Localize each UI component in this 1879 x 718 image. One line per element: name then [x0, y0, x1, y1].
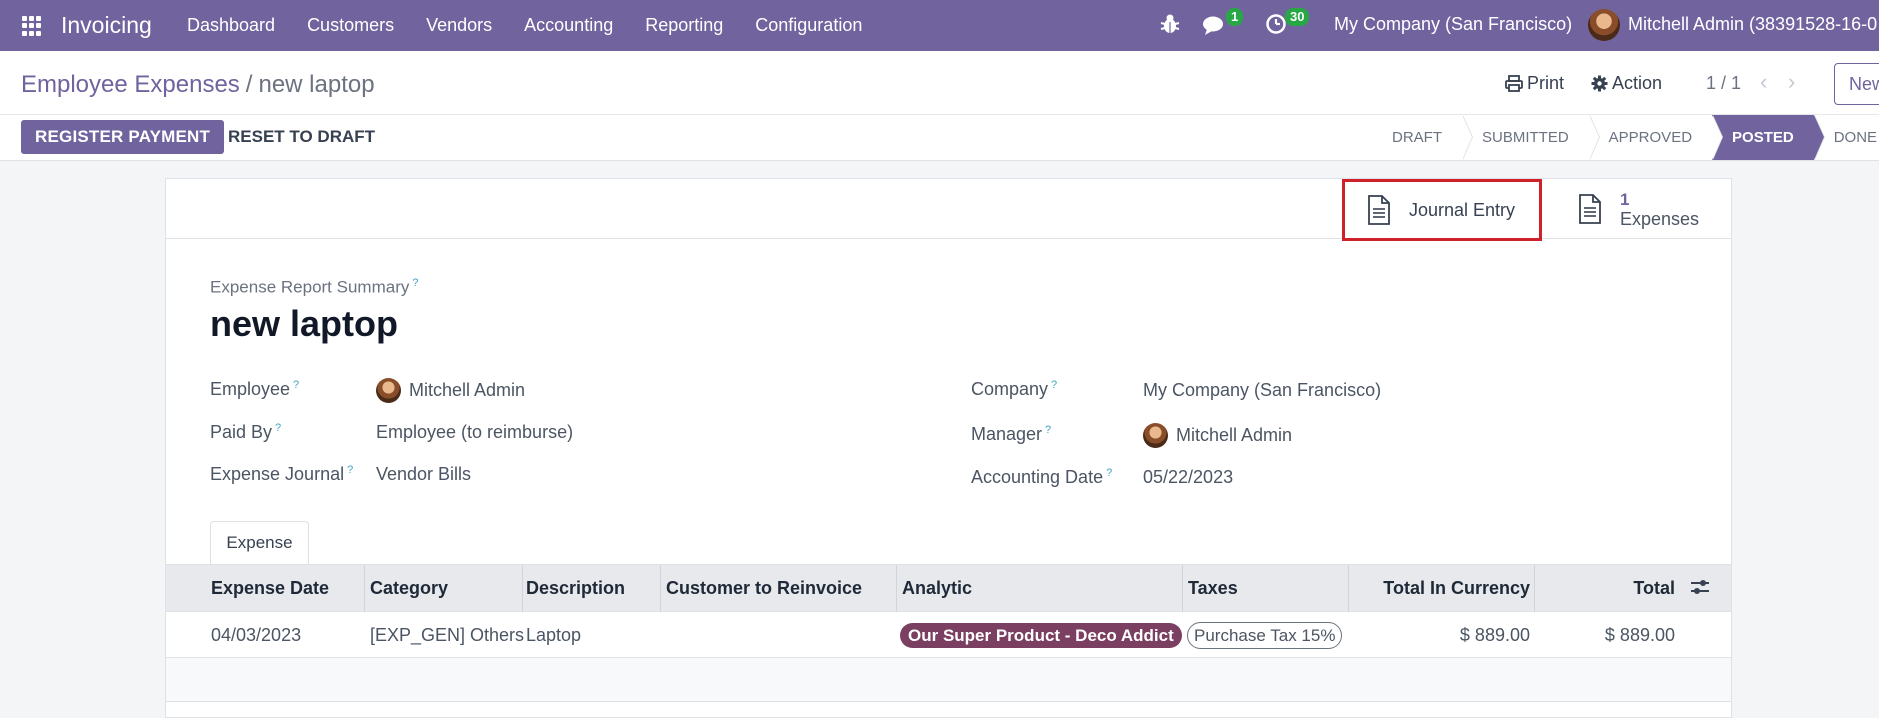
breadcrumb-current: new laptop	[258, 71, 375, 98]
chevron-left-icon[interactable]: ‹	[1760, 69, 1767, 95]
print-icon	[1505, 75, 1523, 92]
menu-dashboard[interactable]: Dashboard	[171, 0, 291, 51]
gear-icon	[1591, 75, 1608, 92]
reset-to-draft-button[interactable]: RESET TO DRAFT	[228, 120, 375, 154]
menu-reporting[interactable]: Reporting	[629, 0, 739, 51]
breadcrumb-parent-link[interactable]: Employee Expenses	[21, 71, 240, 98]
main-menu: Dashboard Customers Vendors Accounting R…	[171, 0, 878, 51]
report-title[interactable]: new laptop	[210, 303, 398, 345]
manager-field[interactable]: Mitchell Admin	[1143, 423, 1292, 448]
employee-field[interactable]: Mitchell Admin	[376, 378, 525, 403]
action-label: Action	[1612, 73, 1663, 93]
menu-accounting[interactable]: Accounting	[508, 0, 629, 51]
table-header: Expense Date Category Description Custom…	[166, 564, 1731, 612]
document-icon	[1368, 195, 1390, 225]
stage-approved[interactable]: APPROVED	[1589, 115, 1724, 160]
breadcrumb-separator: /	[245, 71, 253, 98]
col-category[interactable]: Category	[370, 565, 448, 612]
form-sheet: Journal Entry 1 Expenses Expense Report …	[165, 178, 1732, 718]
app-name[interactable]: Invoicing	[61, 12, 152, 39]
breadcrumb: Employee Expenses / new laptop	[21, 71, 375, 99]
print-button[interactable]: Print	[1505, 73, 1564, 94]
expense-journal-field[interactable]: Vendor Bills	[376, 464, 471, 485]
col-total-in-currency[interactable]: Total In Currency	[1383, 565, 1530, 612]
stage-submitted[interactable]: SUBMITTED	[1462, 115, 1600, 160]
help-tooltip-icon[interactable]: ?	[412, 277, 418, 289]
user-menu[interactable]: Mitchell Admin (38391528-16-0	[1628, 14, 1877, 35]
accounting-date-label: Accounting Date?	[971, 467, 1113, 487]
stage-posted[interactable]: POSTED	[1712, 115, 1825, 160]
col-taxes[interactable]: Taxes	[1188, 565, 1238, 612]
tab-expense[interactable]: Expense	[210, 521, 309, 565]
table-row[interactable]: 04/03/2023 [EXP_GEN] Others Laptop Our S…	[166, 612, 1731, 658]
menu-customers[interactable]: Customers	[291, 0, 410, 51]
menu-configuration[interactable]: Configuration	[739, 0, 878, 51]
expense-journal-label: Expense Journal?	[210, 464, 354, 484]
expenses-label: Expenses	[1620, 208, 1700, 229]
company-switcher[interactable]: My Company (San Francisco)	[1334, 14, 1572, 35]
expenses-count: 1	[1620, 189, 1630, 209]
expense-lines-table: Expense Date Category Description Custom…	[166, 564, 1731, 702]
cell-total-in-currency: $ 889.00	[1459, 625, 1530, 645]
journal-entry-label: Journal Entry	[1409, 199, 1516, 220]
clock-icon[interactable]	[1265, 13, 1287, 35]
expenses-stat: 1 Expenses	[1620, 190, 1699, 229]
journal-entry-button[interactable]: Journal Entry	[1342, 179, 1542, 241]
paid-by-field[interactable]: Employee (to reimburse)	[376, 422, 573, 443]
avatar	[376, 378, 401, 403]
bug-icon[interactable]	[1160, 13, 1180, 35]
accounting-date-field[interactable]: 05/22/2023	[1143, 467, 1233, 488]
expenses-button[interactable]: 1 Expenses	[1558, 179, 1728, 239]
empty-table-row	[166, 658, 1731, 702]
user-avatar[interactable]	[1588, 9, 1620, 41]
cell-category: [EXP_GEN] Others	[370, 625, 525, 645]
menu-vendors[interactable]: Vendors	[410, 0, 508, 51]
manager-label: Manager?	[971, 424, 1052, 444]
paid-by-label: Paid By?	[210, 422, 282, 442]
col-customer-to-reinvoice[interactable]: Customer to Reinvoice	[666, 565, 862, 612]
avatar	[1143, 423, 1168, 448]
col-description[interactable]: Description	[526, 565, 625, 612]
chat-badge: 1	[1226, 8, 1244, 26]
smart-button-box: Journal Entry 1 Expenses	[166, 179, 1731, 241]
activity-badge: 30	[1285, 8, 1310, 26]
document-icon	[1579, 194, 1601, 224]
col-expense-date[interactable]: Expense Date	[211, 565, 329, 612]
new-button[interactable]: New	[1834, 63, 1879, 105]
status-bar: REGISTER PAYMENT RESET TO DRAFT DRAFT SU…	[0, 115, 1879, 161]
company-label: Company?	[971, 379, 1058, 399]
pager-value[interactable]: 1 / 1	[1706, 73, 1741, 94]
top-navbar: Invoicing Dashboard Customers Vendors Ac…	[0, 0, 1879, 51]
status-stages: DRAFT SUBMITTED APPROVED POSTED DONE	[1372, 115, 1879, 160]
tax-tag: Purchase Tax 15%	[1187, 622, 1343, 649]
analytic-tag: Our Super Product - Deco Addict	[900, 623, 1182, 648]
summary-label: Expense Report Summary?	[210, 277, 419, 297]
cell-description: Laptop	[526, 625, 582, 645]
col-total[interactable]: Total	[1633, 565, 1675, 612]
action-button[interactable]: Action	[1591, 73, 1662, 94]
employee-label: Employee?	[210, 379, 300, 399]
cell-total: $ 889.00	[1604, 625, 1675, 645]
control-panel: Employee Expenses / new laptop Print Actio…	[0, 51, 1879, 115]
register-payment-button[interactable]: REGISTER PAYMENT	[21, 120, 225, 154]
stage-draft[interactable]: DRAFT	[1372, 115, 1473, 160]
column-settings-icon[interactable]	[1689, 577, 1711, 597]
apps-icon[interactable]	[22, 16, 42, 36]
chevron-right-icon[interactable]: ›	[1788, 69, 1795, 95]
print-label: Print	[1527, 73, 1565, 93]
company-field[interactable]: My Company (San Francisco)	[1143, 380, 1381, 401]
cell-expense-date: 04/03/2023	[211, 625, 302, 645]
col-analytic[interactable]: Analytic	[902, 565, 972, 612]
